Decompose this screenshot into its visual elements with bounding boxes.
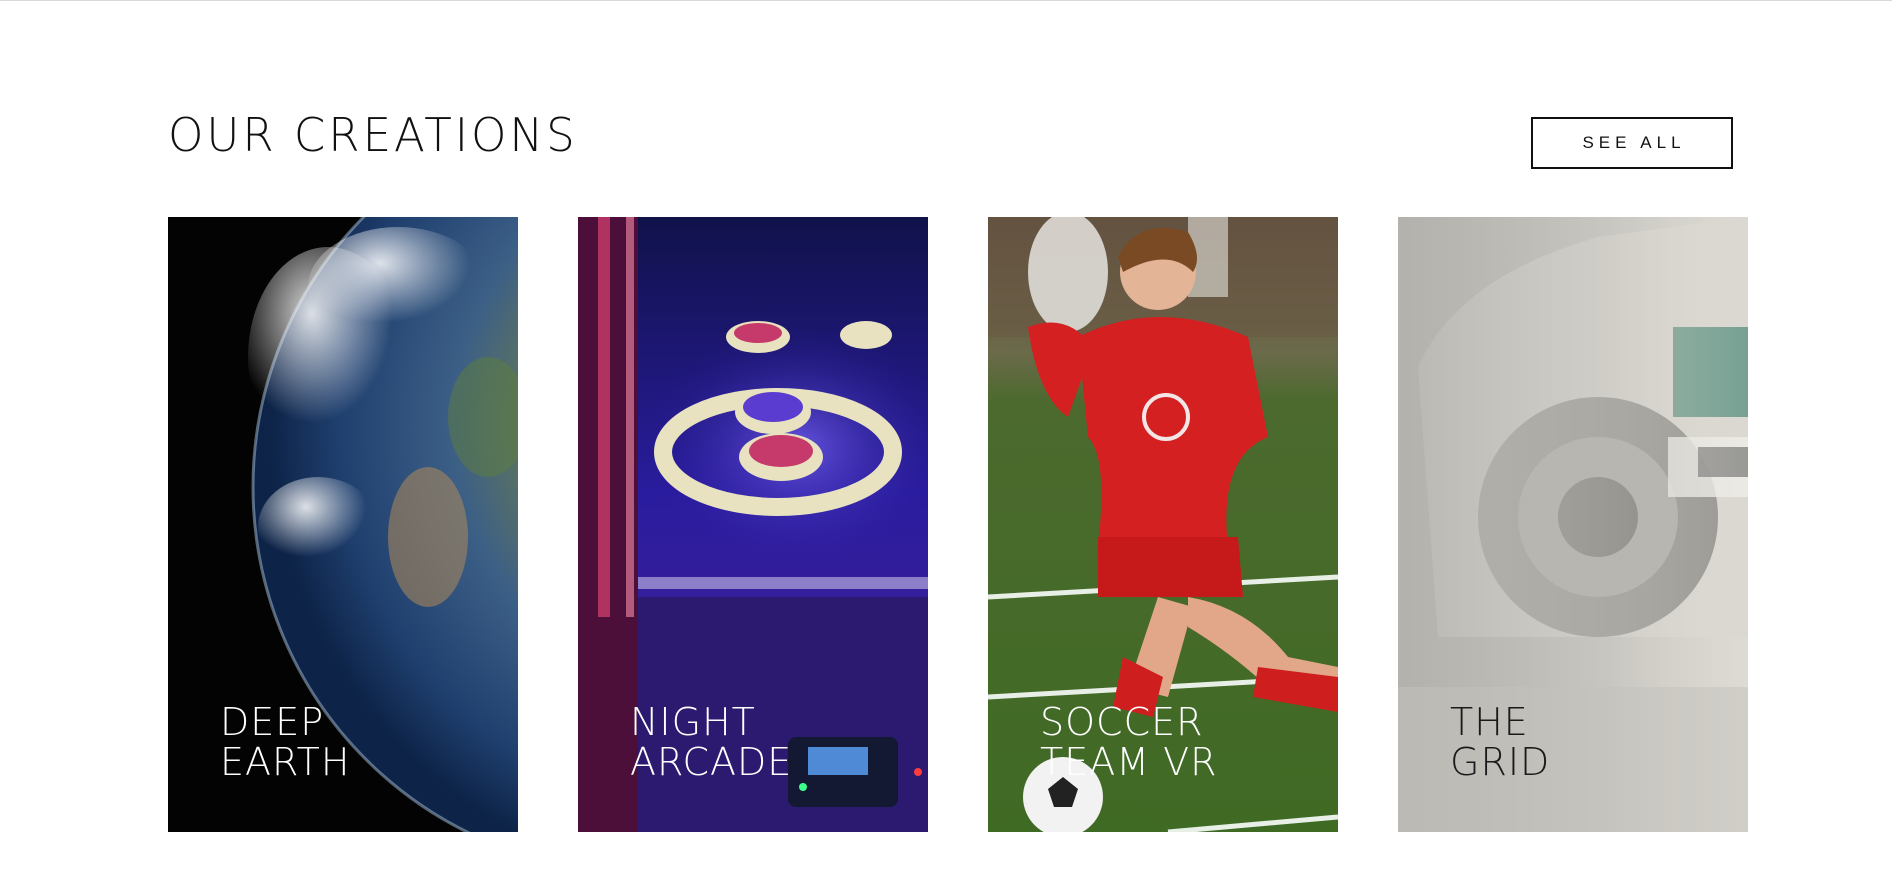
card-soccer-team-vr[interactable]: SOCCER TEAM VR <box>988 217 1338 832</box>
card-title-line2: GRID <box>1450 740 1551 784</box>
top-divider <box>0 0 1892 1</box>
card-deep-earth[interactable]: DEEP EARTH <box>168 217 518 832</box>
card-title: DEEP EARTH <box>220 702 500 782</box>
card-title-line1: SOCCER <box>1040 700 1204 744</box>
card-title-line2: ARCADE <box>630 740 793 784</box>
card-title: SOCCER TEAM VR <box>1040 702 1320 782</box>
card-title-line1: THE <box>1450 700 1529 744</box>
card-title-line2: EARTH <box>220 740 351 784</box>
see-all-button[interactable]: SEE ALL <box>1531 117 1733 169</box>
card-title: THE GRID <box>1450 702 1730 782</box>
card-title-line2: TEAM VR <box>1040 740 1218 784</box>
card-title-line1: DEEP <box>220 700 325 744</box>
card-title: NIGHT ARCADE <box>630 702 910 782</box>
card-the-grid[interactable]: THE GRID <box>1398 217 1748 832</box>
section-title: OUR CREATIONS <box>168 108 578 162</box>
card-night-arcade[interactable]: NIGHT ARCADE <box>578 217 928 832</box>
card-title-line1: NIGHT <box>630 700 756 744</box>
creations-page: OUR CREATIONS SEE ALL DEEP EARTH NIGHT A… <box>0 0 1892 883</box>
